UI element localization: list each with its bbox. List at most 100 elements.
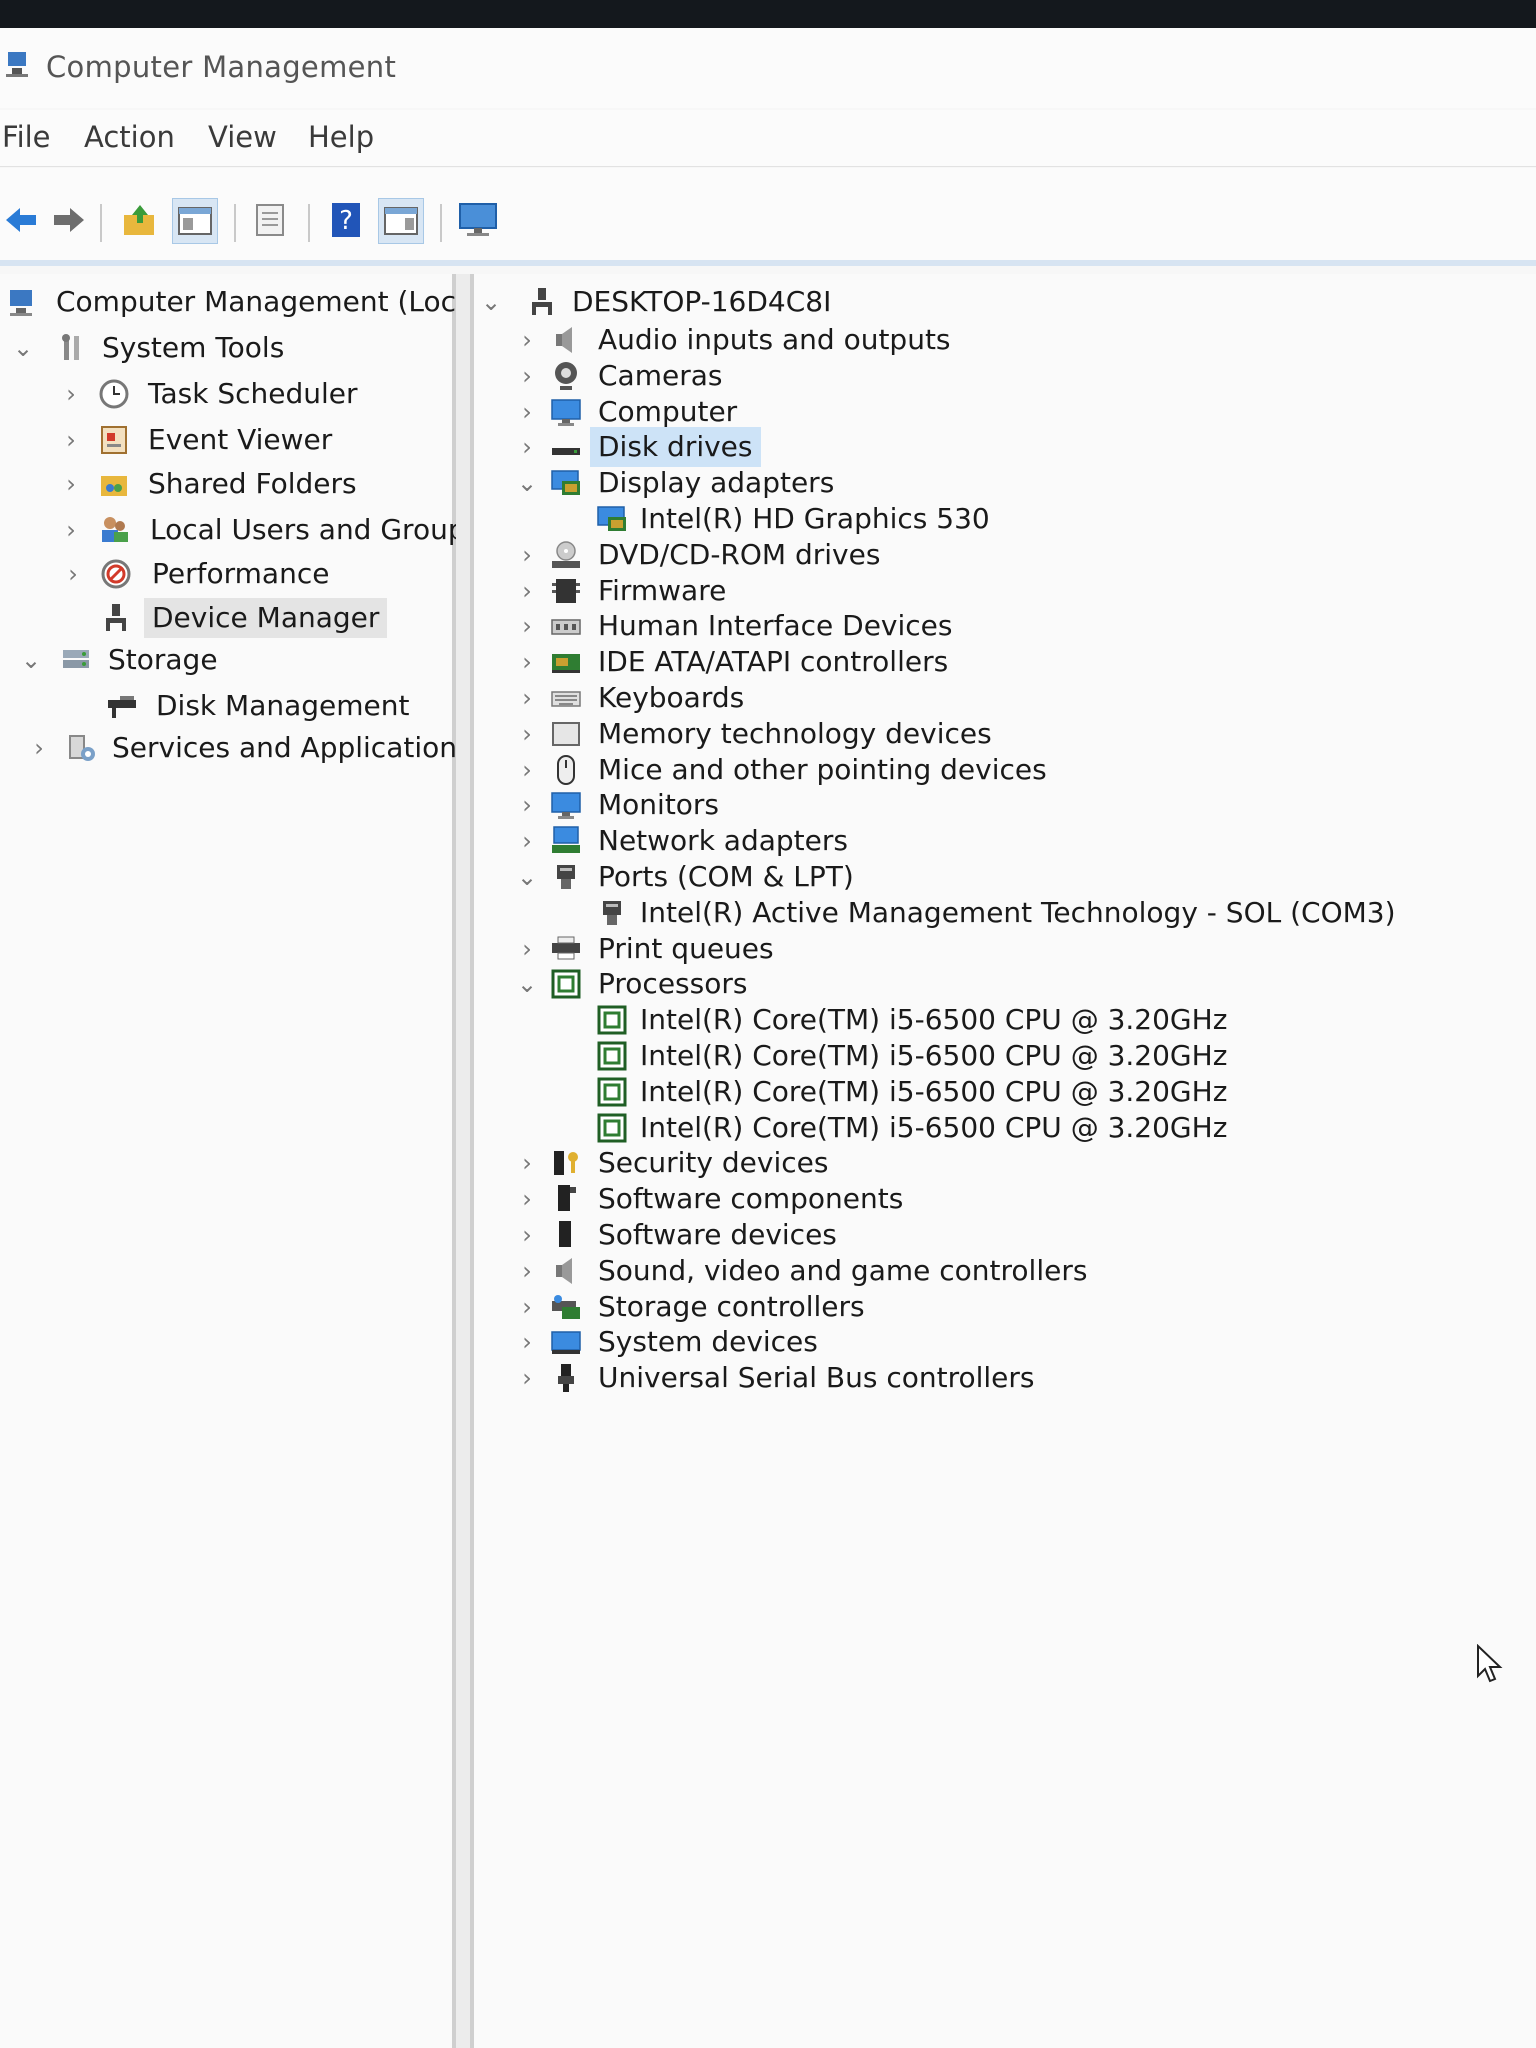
chevron-down-icon[interactable]: ⌄ [12, 328, 34, 368]
performance-icon [101, 559, 131, 589]
show-hide-console-tree-button[interactable] [172, 198, 218, 244]
chevron-down-icon[interactable]: ⌄ [480, 282, 502, 322]
action-pane-icon [384, 207, 418, 235]
chevron-down-icon[interactable]: ⌄ [20, 640, 42, 680]
processor-chip-icon [597, 1005, 627, 1035]
device-category-label: Software components [598, 1182, 904, 1215]
chevron-right-icon[interactable]: › [516, 678, 538, 718]
chevron-right-icon[interactable]: › [516, 1179, 538, 1219]
chevron-right-icon[interactable]: › [60, 464, 82, 504]
storage-controller-icon [552, 1295, 580, 1319]
chevron-right-icon[interactable]: › [516, 1143, 538, 1183]
device-category-label: Network adapters [598, 824, 848, 857]
toolbar: ? [0, 168, 1536, 266]
chevron-right-icon[interactable]: › [516, 750, 538, 790]
chevron-right-icon[interactable]: › [516, 821, 538, 861]
menu-help[interactable]: Help [308, 120, 374, 154]
tree-label: Device Manager [144, 598, 388, 638]
device-category-label: Keyboards [598, 681, 745, 714]
event-viewer-icon [101, 426, 127, 454]
device-category-label: Universal Serial Bus controllers [598, 1361, 1035, 1394]
tree-label: Task Scheduler [148, 377, 358, 410]
device-item-label: Intel(R) HD Graphics 530 [640, 502, 990, 535]
services-icon [69, 735, 95, 761]
chevron-right-icon[interactable]: › [516, 785, 538, 825]
pane-splitter[interactable] [456, 274, 470, 2048]
chevron-right-icon[interactable]: › [516, 714, 538, 754]
mouse-cursor-icon [1477, 1644, 1503, 1683]
tree-label: Computer Management (Local [56, 285, 481, 318]
processor-chip-icon [597, 1077, 627, 1107]
device-category-label: Processors [598, 967, 748, 1000]
device-item-label: Intel(R) Core(TM) i5-6500 CPU @ 3.20GHz [640, 1111, 1228, 1144]
printer-icon [552, 936, 580, 960]
console-tree-pane: Computer Management (Local ⌄ System Tool… [0, 274, 481, 2048]
chevron-right-icon[interactable]: › [516, 535, 538, 575]
monitor-icon [551, 399, 581, 426]
device-category-label: Monitors [598, 788, 720, 821]
device-category-label: Ports (COM & LPT) [598, 860, 854, 893]
chevron-right-icon[interactable]: › [516, 1251, 538, 1291]
device-category-label: Storage controllers [598, 1290, 865, 1323]
menu-view[interactable]: View [208, 120, 277, 154]
show-hide-action-pane-button[interactable] [378, 198, 424, 244]
chevron-right-icon[interactable]: › [516, 1287, 538, 1327]
chevron-right-icon[interactable]: › [516, 642, 538, 682]
chevron-right-icon[interactable]: › [516, 356, 538, 396]
system-device-icon [551, 1331, 581, 1354]
menu-file[interactable]: File [2, 120, 51, 154]
chevron-right-icon[interactable]: › [516, 392, 538, 432]
device-category-label: IDE ATA/ATAPI controllers [598, 645, 949, 678]
device-item-label: Intel(R) Active Management Technology - … [640, 896, 1396, 929]
help-icon: ? [332, 203, 360, 237]
shared-folder-icon [101, 476, 127, 496]
tree-label: Services and Applications [112, 731, 472, 764]
tree-label: Storage [108, 643, 218, 676]
device-item-label: Intel(R) Core(TM) i5-6500 CPU @ 3.20GHz [640, 1075, 1228, 1108]
chevron-right-icon[interactable]: › [62, 554, 84, 594]
connect-computer-button[interactable] [456, 198, 500, 242]
help-button[interactable]: ? [324, 198, 368, 242]
chevron-right-icon[interactable]: › [516, 929, 538, 969]
tree-label: Performance [152, 557, 330, 590]
properties-icon [256, 204, 284, 236]
camera-icon [555, 362, 577, 390]
device-category-label: Human Interface Devices [598, 609, 953, 642]
chevron-right-icon[interactable]: › [28, 728, 50, 768]
chevron-right-icon[interactable]: › [516, 427, 538, 467]
up-one-level-button[interactable] [118, 198, 162, 242]
mouse-icon [557, 755, 575, 785]
chevron-right-icon[interactable]: › [60, 374, 82, 414]
back-button[interactable] [0, 198, 44, 242]
device-category-label: System devices [598, 1325, 818, 1358]
back-icon [6, 208, 36, 232]
device-item-label: Intel(R) Core(TM) i5-6500 CPU @ 3.20GHz [640, 1003, 1228, 1036]
chevron-right-icon[interactable]: › [516, 1215, 538, 1255]
hid-icon [551, 619, 581, 635]
computer-management-icon [6, 52, 28, 77]
chevron-right-icon[interactable]: › [516, 606, 538, 646]
forward-icon [54, 208, 84, 232]
properties-button[interactable] [248, 198, 292, 242]
device-category-label: DVD/CD-ROM drives [598, 538, 881, 571]
window-title: Computer Management [46, 50, 397, 84]
device-category-label: Computer [598, 395, 738, 428]
chevron-right-icon[interactable]: › [60, 510, 82, 550]
svg-text:?: ? [339, 206, 353, 236]
chevron-right-icon[interactable]: › [516, 571, 538, 611]
forward-button[interactable] [46, 198, 90, 242]
chevron-right-icon[interactable]: › [516, 320, 538, 360]
disk-drive-icon [552, 448, 580, 455]
chevron-down-icon[interactable]: ⌄ [516, 857, 538, 897]
chevron-down-icon[interactable]: ⌄ [516, 964, 538, 1004]
chevron-right-icon[interactable]: › [516, 1358, 538, 1398]
menu-action[interactable]: Action [84, 120, 175, 154]
chevron-right-icon[interactable]: › [60, 420, 82, 460]
chevron-down-icon[interactable]: ⌄ [516, 463, 538, 503]
tree-label: Local Users and Groups [150, 513, 481, 546]
chevron-right-icon[interactable]: › [516, 1322, 538, 1362]
port-icon [557, 865, 575, 889]
device-category-label: Software devices [598, 1218, 837, 1251]
keyboard-icon [551, 691, 581, 707]
storage-icon [63, 650, 89, 668]
